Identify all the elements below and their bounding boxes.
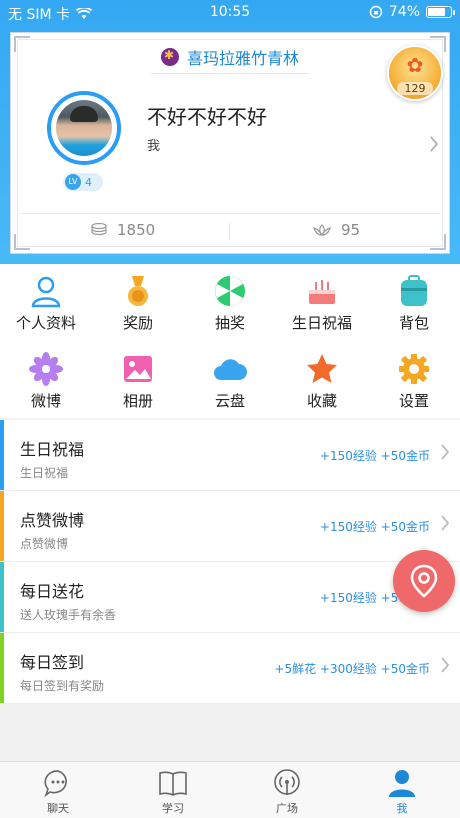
location-pin-icon — [410, 564, 438, 598]
task-reward: +150经验 +50金币 — [319, 520, 430, 534]
grid-item-reward[interactable]: 奖励 — [92, 264, 184, 334]
task-title: 点赞微博 — [20, 511, 85, 530]
grid-item-favorites[interactable]: 收藏 — [276, 342, 368, 412]
grid-label: 背包 — [398, 314, 429, 332]
feature-grid: 个人资料 奖励 抽奖 生日祝福 背包 微博 相册 云盘 收藏 设置 — [0, 264, 460, 418]
chat-icon — [43, 768, 73, 798]
tab-chat[interactable]: 聊天 — [18, 766, 98, 816]
flower-button[interactable]: ✿ 129 — [387, 45, 443, 101]
wheel-icon — [213, 274, 247, 308]
coin-stat[interactable]: 1850 — [91, 221, 155, 239]
school-badge-icon — [160, 48, 179, 66]
grid-item-album[interactable]: 相册 — [92, 342, 184, 412]
task-send-flower[interactable]: 每日送花 送人玫瑰手有余香 +150经验 +50金币 — [0, 562, 460, 633]
tab-bar: 聊天 学习 广场 我 — [0, 761, 460, 818]
school-name: 喜玛拉雅竹青林 — [186, 49, 299, 68]
grid-item-profile[interactable]: 个人资料 — [0, 264, 92, 334]
task-title: 生日祝福 — [20, 440, 85, 459]
tab-label: 广场 — [276, 802, 298, 815]
grid-label: 抽奖 — [214, 314, 245, 332]
grid-item-birthday[interactable]: 生日祝福 — [276, 264, 368, 334]
grid-label: 相册 — [122, 392, 153, 410]
chevron-right-icon — [440, 442, 450, 466]
flower-icon: ✿ — [406, 53, 424, 77]
grid-label: 生日祝福 — [291, 314, 352, 332]
grid-label: 云盘 — [214, 392, 245, 410]
me-icon — [387, 768, 417, 798]
flower-count: 129 — [397, 82, 433, 95]
location-fab[interactable] — [393, 550, 455, 612]
level-icon: LV — [65, 174, 81, 190]
grid-label: 个人资料 — [15, 314, 76, 332]
cloud-icon — [213, 352, 247, 386]
task-subtitle: 生日祝福 — [20, 466, 69, 480]
task-subtitle: 送人玫瑰手有余香 — [20, 608, 117, 622]
broadcast-icon — [272, 768, 302, 798]
flower-total: 95 — [341, 221, 361, 239]
avatar-photo — [56, 100, 112, 156]
task-list: 生日祝福 生日祝福 +150经验 +50金币 点赞微博 点赞微博 +150经验 … — [0, 420, 460, 704]
photo-icon — [121, 352, 155, 386]
battery-icon — [426, 6, 455, 18]
backpack-icon — [397, 274, 431, 308]
task-reward: +5鲜花 +300经验 +50金币 — [274, 662, 430, 676]
lotus-icon — [313, 224, 331, 236]
status-bar: 无 SIM 卡 10:55 74% — [0, 0, 460, 24]
task-like-weibo[interactable]: 点赞微博 点赞微博 +150经验 +50金币 — [0, 491, 460, 562]
flower-stat[interactable]: 95 — [313, 221, 360, 239]
chevron-right-icon[interactable] — [429, 133, 439, 157]
grid-item-lottery[interactable]: 抽奖 — [184, 264, 276, 334]
tab-square[interactable]: 广场 — [247, 766, 327, 816]
task-title: 每日送花 — [20, 582, 85, 601]
grid-item-cloud[interactable]: 云盘 — [184, 342, 276, 412]
chevron-right-icon — [440, 513, 450, 537]
level-value: 4 — [85, 175, 92, 189]
coin-count: 1850 — [117, 221, 156, 239]
grid-label: 收藏 — [306, 392, 337, 410]
coin-stack-icon — [91, 223, 107, 236]
star-icon — [305, 352, 339, 386]
chevron-right-icon — [440, 655, 450, 679]
cake-icon — [305, 274, 339, 308]
task-title: 每日签到 — [20, 653, 85, 672]
person-icon — [29, 274, 63, 308]
level-badge: LV 4 — [63, 173, 103, 191]
battery-percent: 74% — [388, 4, 420, 20]
task-subtitle: 每日签到有奖励 — [20, 679, 105, 693]
avatar[interactable] — [47, 91, 121, 165]
grid-item-settings[interactable]: 设置 — [368, 342, 460, 412]
medal-icon — [121, 274, 155, 308]
book-icon — [158, 768, 188, 798]
tab-label: 我 — [396, 802, 408, 815]
grid-label: 微博 — [30, 392, 61, 410]
tab-label: 学习 — [162, 802, 184, 815]
grid-item-weibo[interactable]: 微博 — [0, 342, 92, 412]
tab-me[interactable]: 我 — [362, 766, 442, 816]
grid-label: 奖励 — [122, 314, 153, 332]
task-reward: +150经验 +50金币 — [319, 449, 430, 463]
task-subtitle: 点赞微博 — [20, 537, 69, 551]
task-birthday[interactable]: 生日祝福 生日祝福 +150经验 +50金币 — [0, 420, 460, 491]
school-label[interactable]: 喜玛拉雅竹青林 — [11, 45, 449, 69]
tab-label: 聊天 — [47, 802, 69, 815]
gear-icon — [397, 352, 431, 386]
grid-item-backpack[interactable]: 背包 — [368, 264, 460, 334]
signature: 我 — [147, 139, 161, 154]
profile-card[interactable]: 喜玛拉雅竹青林 ✿ 129 LV 4 不好不好不好 我 1850 95 — [10, 32, 450, 254]
nickname: 不好不好不好 — [147, 105, 267, 129]
flower-icon — [29, 352, 63, 386]
grid-label: 设置 — [398, 392, 429, 410]
tab-study[interactable]: 学习 — [133, 766, 213, 816]
task-checkin[interactable]: 每日签到 每日签到有奖励 +5鲜花 +300经验 +50金币 — [0, 633, 460, 704]
rotation-lock-icon — [369, 5, 383, 19]
